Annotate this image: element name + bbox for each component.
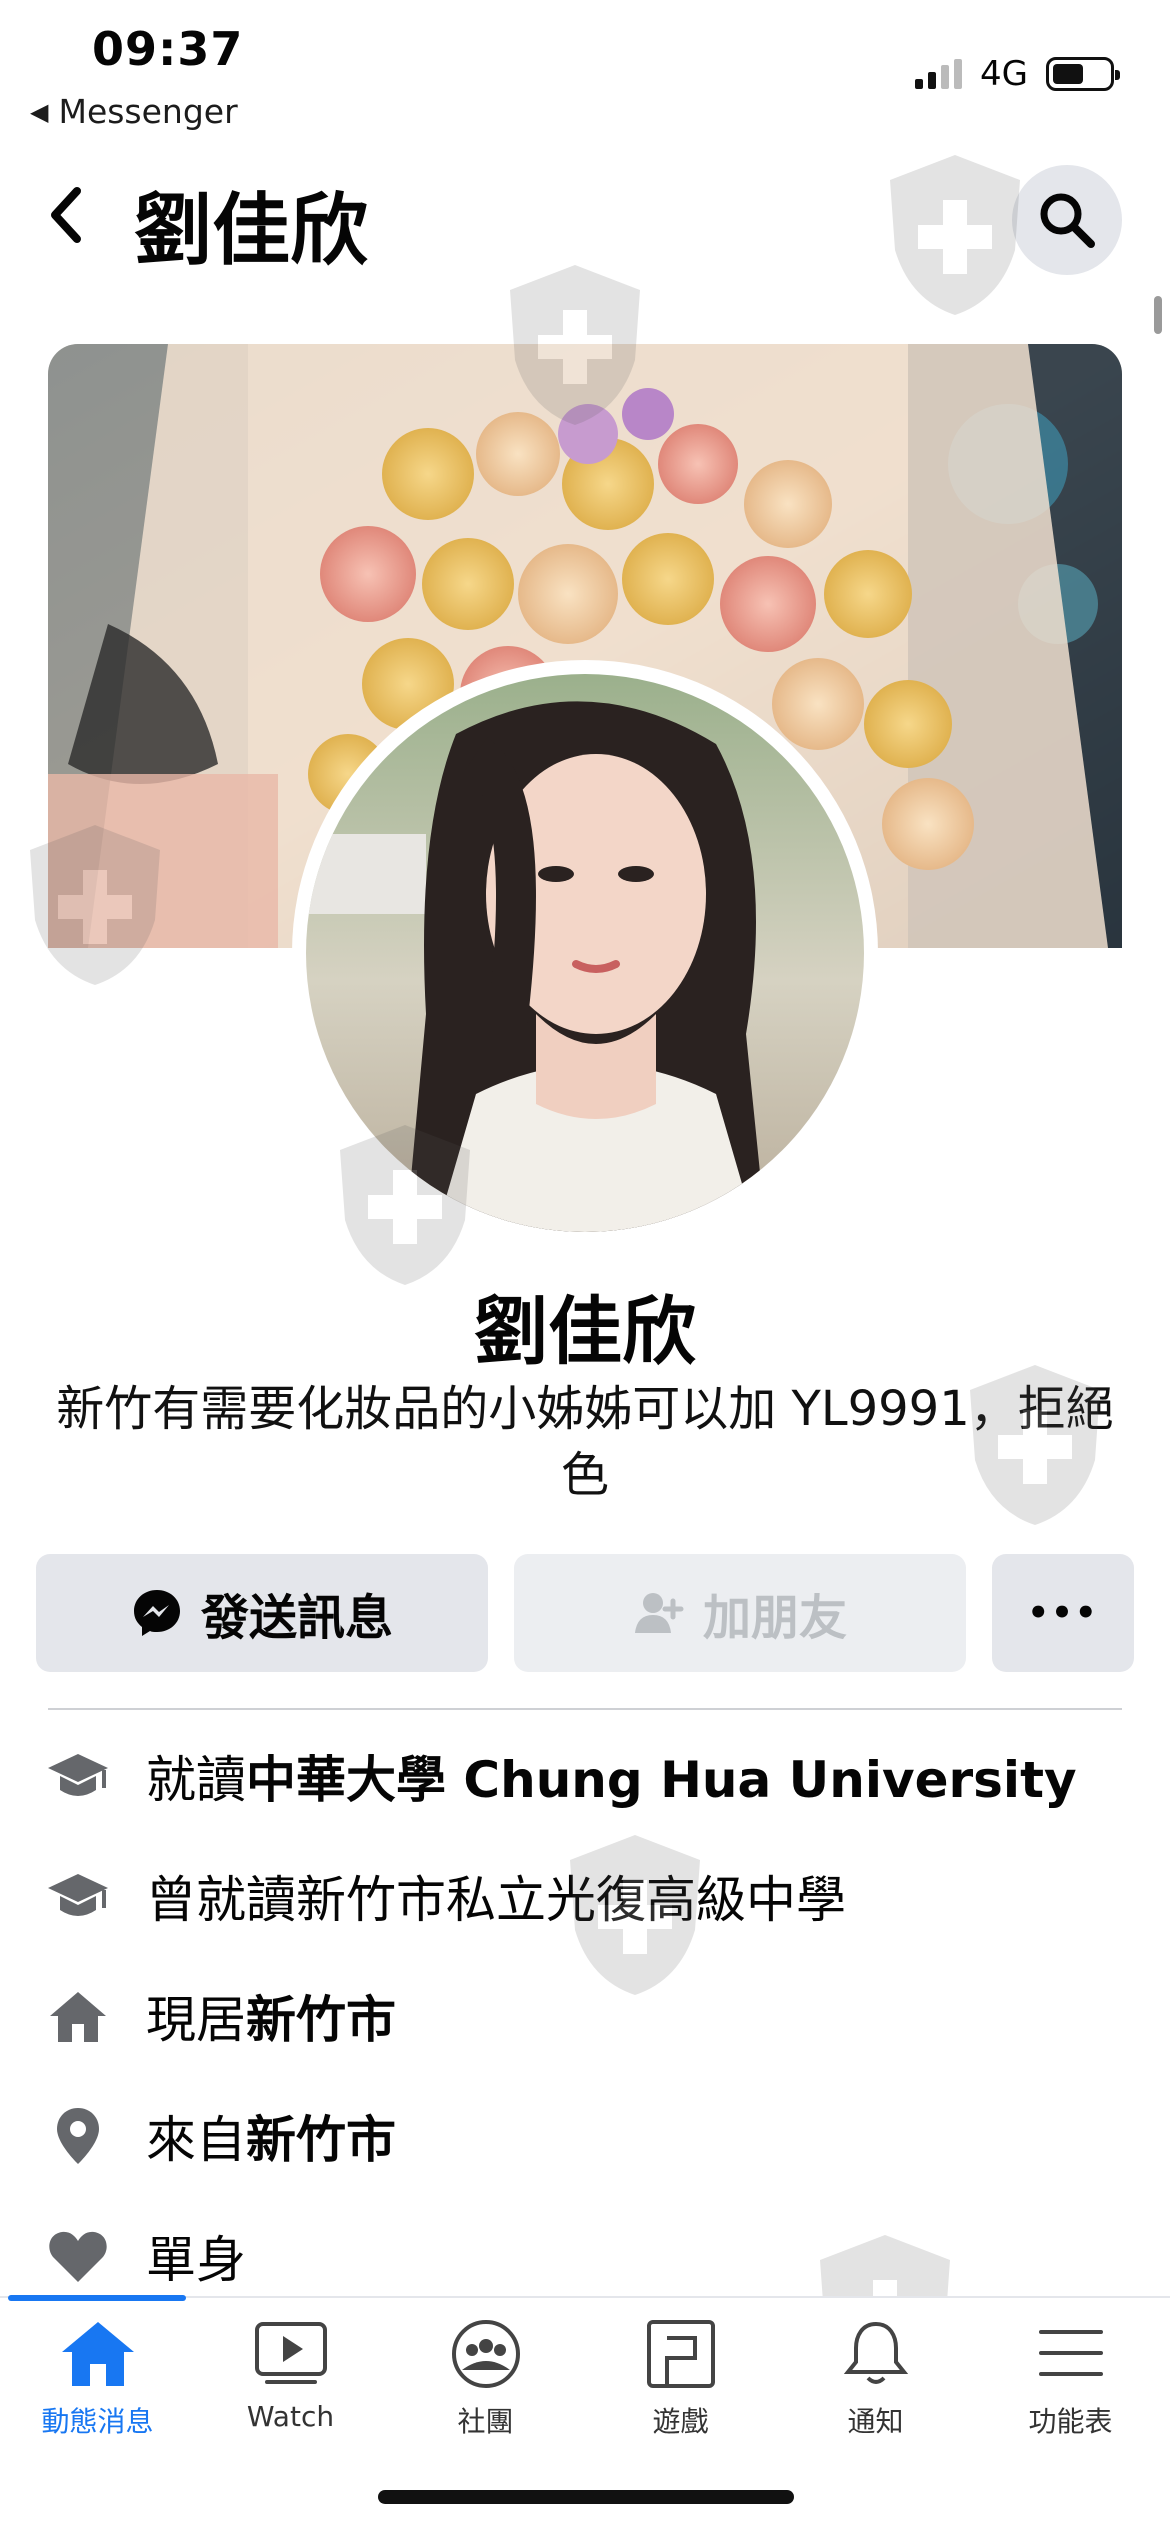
info-past-education-text: 曾就讀新竹市私立光復高級中學	[146, 1871, 846, 1929]
add-friend-label: 加朋友	[702, 1590, 847, 1646]
tab-groups-label: 社團	[457, 2405, 514, 2438]
home-indicator[interactable]	[378, 2490, 794, 2504]
info-current-city-value[interactable]: 新竹市	[246, 1991, 396, 2049]
watch-video-icon	[254, 2322, 327, 2384]
menu-icon	[1038, 2330, 1103, 2376]
more-dots-icon: •••	[1027, 1593, 1099, 1633]
groups-icon	[451, 2320, 520, 2388]
signal-icon	[915, 59, 963, 89]
info-education-text: 就讀中華大學 Chung Hua University	[146, 1740, 1077, 1812]
profile-page: 09:37 ◀ Messenger 4G 劉佳欣 劉佳欣 新竹有需要化妝品的小姊…	[0, 0, 1170, 2532]
home-icon	[46, 1984, 110, 2048]
send-message-label: 發送訊息	[200, 1590, 393, 1646]
back-app-label: Messenger	[58, 92, 238, 131]
info-relationship[interactable]: 單身	[46, 2220, 246, 2292]
avatar-photo	[306, 674, 864, 1232]
info-education-school[interactable]: 中華大學 Chung Hua University	[246, 1751, 1077, 1809]
add-friend-icon	[634, 1593, 684, 1633]
tab-notifications[interactable]: 通知	[778, 2318, 973, 2440]
graduation-cap-icon	[46, 1864, 110, 1928]
messenger-icon	[133, 1590, 180, 1636]
info-current-city[interactable]: 現居新竹市	[46, 1980, 396, 2052]
back-button[interactable]	[40, 180, 90, 250]
more-options-button[interactable]: •••	[992, 1554, 1134, 1672]
info-relationship-text: 單身	[146, 2231, 246, 2289]
search-icon	[1040, 193, 1095, 248]
info-education[interactable]: 就讀中華大學 Chung Hua University	[46, 1740, 1077, 1812]
gaming-icon	[646, 2320, 715, 2388]
tab-groups[interactable]: 社團	[388, 2318, 583, 2440]
tab-notifications-label: 通知	[847, 2405, 904, 2438]
heart-icon	[46, 2224, 110, 2288]
tab-watch[interactable]: Watch	[193, 2318, 388, 2433]
location-pin-icon	[46, 2104, 110, 2168]
home-icon	[61, 2322, 134, 2386]
status-time: 09:37	[92, 22, 244, 76]
info-current-city-prefix: 現居	[146, 1991, 246, 2049]
watermark-shield-icon	[890, 155, 1020, 315]
tab-watch-label: Watch	[246, 2400, 335, 2433]
tab-news-feed[interactable]: 動態消息	[0, 2318, 195, 2440]
send-message-button[interactable]: 發送訊息	[36, 1554, 488, 1672]
graduation-cap-icon	[46, 1744, 110, 1808]
info-hometown-value[interactable]: 新竹市	[246, 2111, 396, 2169]
network-type: 4G	[980, 54, 1028, 94]
profile-actions: 發送訊息 加朋友 •••	[36, 1554, 1134, 1672]
chevron-left-icon	[51, 187, 81, 243]
page-title: 劉佳欣	[134, 186, 369, 276]
tab-news-feed-label: 動態消息	[41, 2405, 154, 2438]
tab-gaming-label: 遊戲	[652, 2405, 709, 2438]
info-hometown-prefix: 來自	[146, 2111, 246, 2169]
profile-name: 劉佳欣	[474, 1289, 696, 1375]
tab-menu-label: 功能表	[1028, 2405, 1113, 2438]
tab-menu[interactable]: 功能表	[973, 2318, 1168, 2440]
portrait-image	[306, 674, 864, 1232]
status-indicators: 4G	[915, 54, 1120, 94]
section-divider	[48, 1708, 1122, 1710]
info-current-city-text: 現居新竹市	[146, 1980, 396, 2052]
info-education-prefix: 就讀	[146, 1751, 246, 1809]
bell-icon	[843, 2321, 908, 2384]
active-tab-indicator	[8, 2295, 186, 2301]
search-button[interactable]	[1012, 165, 1122, 275]
info-past-education[interactable]: 曾就讀新竹市私立光復高級中學	[46, 1860, 846, 1932]
battery-fill	[1053, 64, 1083, 84]
info-hometown[interactable]: 來自新竹市	[46, 2100, 396, 2172]
profile-avatar[interactable]	[292, 660, 878, 1246]
add-friend-button[interactable]: 加朋友	[514, 1554, 966, 1672]
back-triangle-icon: ◀	[30, 97, 49, 126]
scroll-indicator[interactable]	[1154, 296, 1162, 334]
tab-gaming[interactable]: 遊戲	[583, 2318, 778, 2440]
battery-icon	[1046, 57, 1120, 91]
back-to-app[interactable]: ◀ Messenger	[30, 92, 238, 131]
profile-bio: 新竹有需要化妝品的小姊姊可以加 YL9991，拒絕色	[56, 1381, 1114, 1503]
info-hometown-text: 來自新竹市	[146, 2100, 396, 2172]
